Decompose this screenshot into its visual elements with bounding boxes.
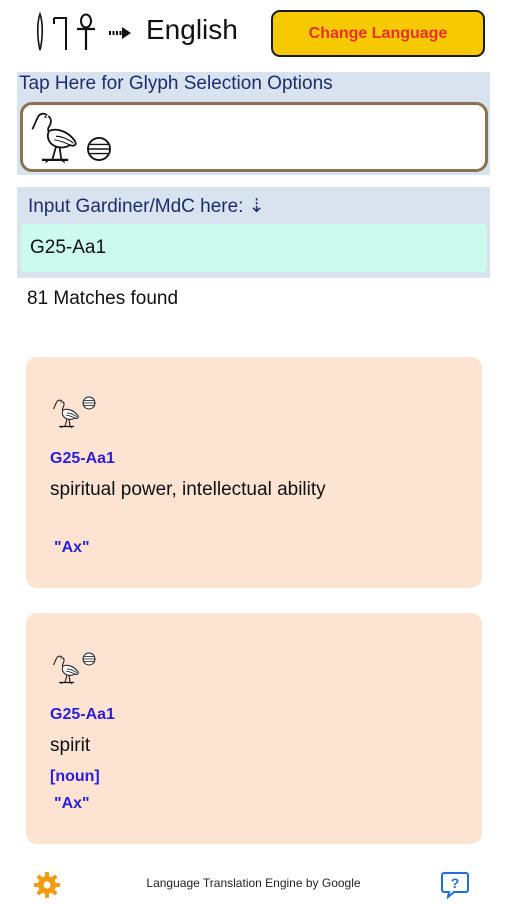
result-card[interactable] <box>26 613 482 844</box>
ibis-glyph-icon <box>52 648 82 692</box>
help-bubble-icon[interactable]: ? <box>440 871 470 900</box>
matches-count: 81 Matches found <box>27 288 179 309</box>
result-meaning: spirit <box>50 735 91 756</box>
glyph-selection-title[interactable]: Tap Here for Glyph Selection Options <box>19 73 333 95</box>
sun-disk-glyph-icon <box>86 136 112 162</box>
sun-disk-glyph-icon <box>82 652 96 666</box>
result-meaning: spiritual power, intellectual ability <box>50 479 326 500</box>
change-language-button[interactable]: Change Language <box>271 10 485 57</box>
gardiner-input-label: Input Gardiner/MdC here: ⇣ <box>28 196 265 217</box>
result-code: G25-Aa1 <box>50 706 115 723</box>
result-transliteration: "Ax" <box>54 539 90 556</box>
sun-disk-glyph-icon <box>82 396 96 410</box>
result-part-of-speech: [noun] <box>50 768 100 785</box>
gardiner-input-field[interactable] <box>21 224 487 272</box>
svg-text:?: ? <box>451 875 460 891</box>
hieroglyph-tools-icon <box>30 11 106 52</box>
target-language-label: English <box>146 14 238 45</box>
result-card[interactable] <box>26 357 482 588</box>
ibis-glyph-icon <box>28 110 84 166</box>
translation-engine-credit: Language Translation Engine by Google <box>146 876 361 890</box>
result-code: G25-Aa1 <box>50 450 115 467</box>
result-transliteration: "Ax" <box>54 795 90 812</box>
ibis-glyph-icon <box>52 392 82 436</box>
arrow-right-icon <box>108 24 132 42</box>
